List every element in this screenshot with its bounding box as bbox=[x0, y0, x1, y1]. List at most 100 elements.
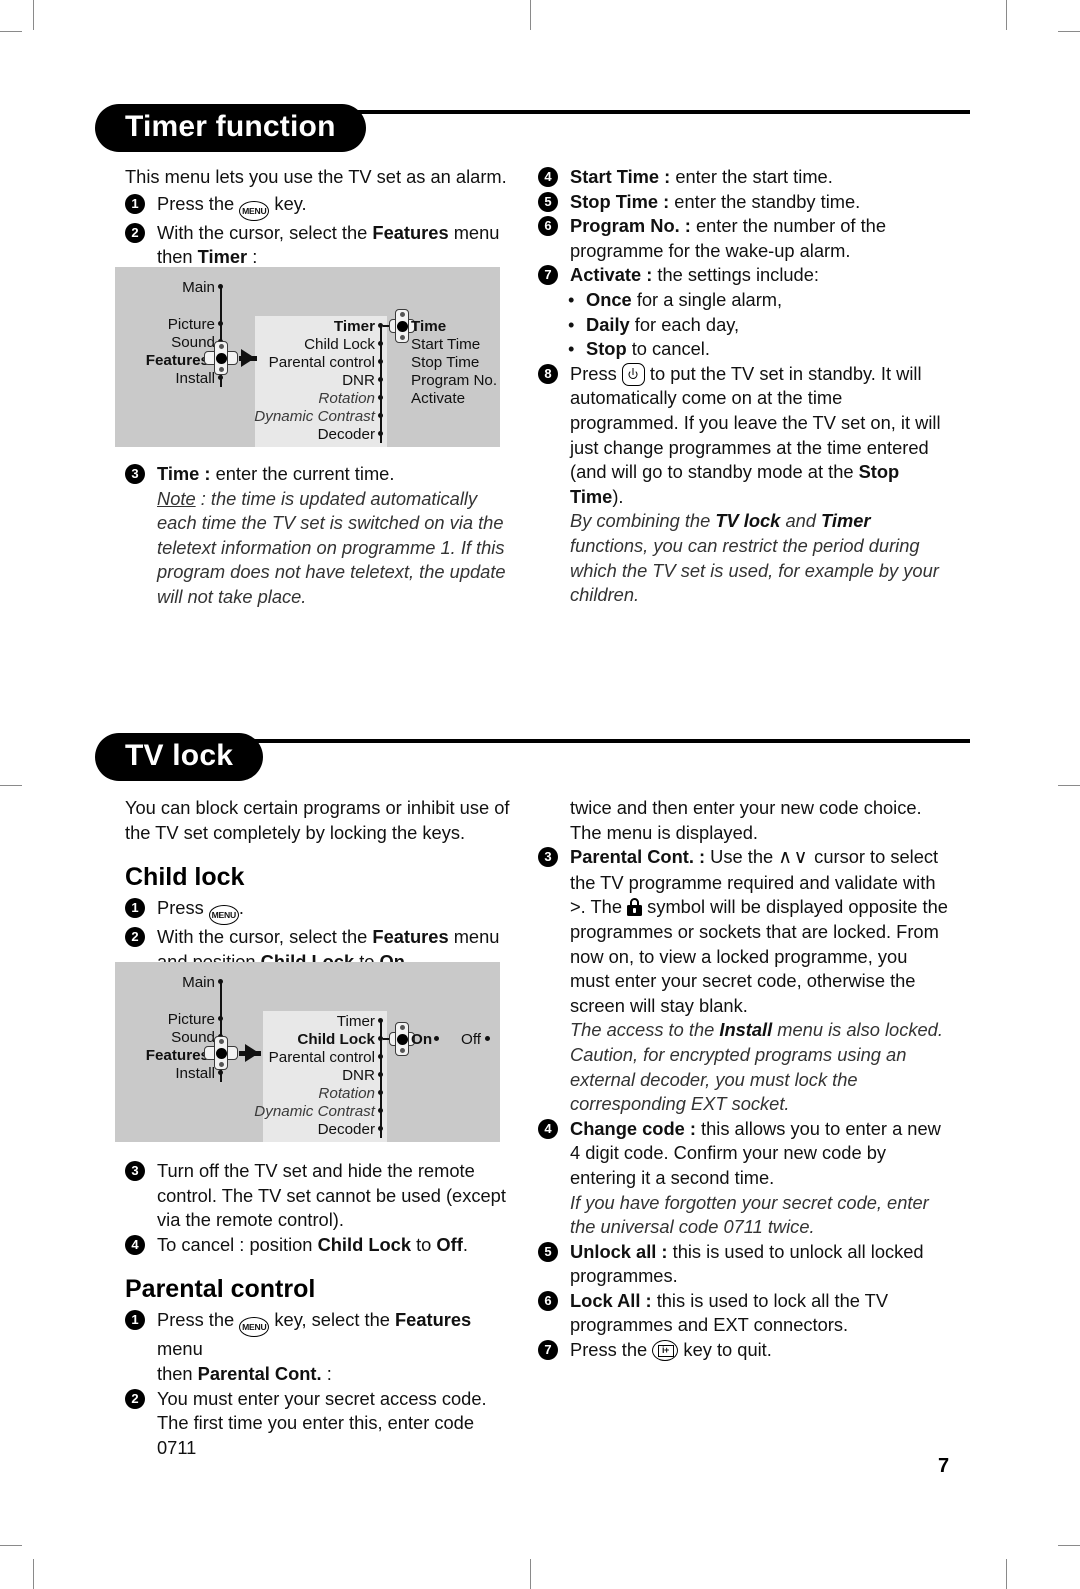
diagram-dot bbox=[218, 284, 224, 290]
manual-page: Timer function This menu lets you use th… bbox=[0, 0, 1080, 1589]
parental-step-4: 4 Change code : this allows you to enter… bbox=[538, 1117, 950, 1240]
pc-step1-parentalcont: Parental Cont. bbox=[197, 1362, 322, 1384]
timer-opt3-bold: Stop bbox=[586, 338, 627, 360]
tvlock-intro: You can block certain programs or inhibi… bbox=[125, 797, 510, 843]
cl-step4-c: to bbox=[411, 1233, 437, 1255]
it3-a: The access to the bbox=[570, 1019, 720, 1041]
cursor-dpad-icon bbox=[204, 1036, 238, 1070]
parental-step-7: 7 Press the i+ key to quit. bbox=[538, 1338, 950, 1363]
subheading-parental-control: Parental control bbox=[125, 1275, 316, 1304]
step-number-1: 1 bbox=[125, 193, 145, 214]
timer-italic-note: By combining the TV lock and Timer funct… bbox=[570, 509, 950, 607]
dpad-down-dot bbox=[399, 335, 405, 340]
cl-step4-a: To cancel : position bbox=[157, 1233, 318, 1255]
diagram-timer-l2-timer: Timer bbox=[333, 318, 375, 335]
tvlock-left-column: You can block certain programs or inhibi… bbox=[125, 796, 515, 974]
pc-step3-a: Use the bbox=[705, 846, 779, 868]
diagram-timer-l1-sound: Sound bbox=[171, 334, 215, 351]
menu-diagram-childlock: Main Picture Sound Features Install Time… bbox=[115, 962, 500, 1142]
dpad-down-dot bbox=[218, 367, 224, 372]
step-number-5: 5 bbox=[538, 1241, 558, 1262]
timer-step2-timer: Timer bbox=[197, 246, 248, 268]
diagram-dot bbox=[218, 1016, 224, 1022]
timer-right-column: 4 Start Time : enter the start time. 5 S… bbox=[538, 165, 950, 608]
dpad-up-dot bbox=[399, 1025, 405, 1030]
childlock-step-4: 4 To cancel : position Child Lock to Off… bbox=[125, 1233, 517, 1258]
diagram-cl-l2-childlock: Child Lock bbox=[297, 1031, 375, 1048]
diagram-cl-l3-on: On bbox=[411, 1031, 433, 1048]
timer-step-8: 8 Press to put the TV set in standby. It… bbox=[538, 362, 950, 608]
timer-step5-bold: Stop Time : bbox=[570, 190, 670, 212]
crop-mark-bottom-center bbox=[530, 1559, 531, 1589]
tvlock-right-column: twice and then enter your new code choic… bbox=[538, 796, 950, 1363]
tvlock-italic-note-4: If you have forgotten your secret code, … bbox=[570, 1191, 929, 1238]
step-number-3: 3 bbox=[538, 847, 558, 868]
it3-install: Install bbox=[719, 1019, 773, 1041]
dpad-up-dot bbox=[218, 1039, 224, 1044]
dpad-up-dot bbox=[399, 312, 405, 317]
timer-opt2-rest: for each day, bbox=[629, 313, 740, 335]
pc-step4-bold: Change code : bbox=[570, 1117, 696, 1139]
timer-step8-end: ). bbox=[612, 485, 624, 507]
pc-step1-pre: Press the bbox=[157, 1309, 235, 1331]
timer-opt1-bold: Once bbox=[586, 288, 632, 310]
diagram-timer-l3-activate: Activate bbox=[411, 390, 466, 407]
bullet-dot: • bbox=[568, 338, 575, 360]
timer-step8-pre: Press bbox=[570, 362, 617, 384]
pc-step1-a: key, select the bbox=[269, 1309, 395, 1331]
bullet-dot: • bbox=[568, 288, 575, 310]
diagram-cl-l2-dnr: DNR bbox=[342, 1067, 375, 1084]
timer-note: Note : the time is updated automatically… bbox=[157, 487, 517, 610]
pc-step1-c: menu bbox=[157, 1338, 203, 1360]
timer-step3-bold: Time : bbox=[157, 463, 211, 484]
diagram-cl-l2-parental: Parental control bbox=[268, 1049, 375, 1066]
menu-key-icon: MENU bbox=[239, 1317, 270, 1338]
menu-key-icon: MENU bbox=[239, 200, 270, 221]
timer-step1-pre: Press the bbox=[157, 192, 235, 214]
timer-step2-d: then bbox=[157, 246, 198, 268]
crop-mark-right-mid bbox=[1058, 785, 1080, 786]
step-number-1: 1 bbox=[125, 898, 145, 919]
diagram-cl-l1-main: Main bbox=[182, 974, 215, 991]
dpad-up-dot bbox=[218, 344, 224, 349]
step-number-3: 3 bbox=[125, 1161, 145, 1181]
timer-step3-rest: enter the current time. bbox=[210, 463, 395, 484]
menu-diagram-timer: Main Picture Sound Features Install Time… bbox=[115, 267, 500, 447]
step-number-2: 2 bbox=[125, 927, 145, 948]
parental-step-6: 6 Lock All : this is used to lock all th… bbox=[538, 1289, 950, 1338]
diagram-timer-l2-decoder: Decoder bbox=[317, 426, 375, 443]
section-header-tvlock: TV lock bbox=[95, 733, 970, 782]
timer-opt1-rest: for a single alarm, bbox=[631, 288, 783, 310]
menu-key-icon: MENU bbox=[208, 905, 239, 926]
section-title-timer: Timer function bbox=[95, 104, 366, 153]
pc-step2-text: You must enter your secret access code. … bbox=[157, 1387, 487, 1458]
parental-step-3: 3 Parental Cont. : Use the ∧∨ cursor to … bbox=[538, 845, 950, 1117]
timer-step2-f: : bbox=[247, 246, 258, 268]
pc-step5-bold: Unlock all : bbox=[570, 1240, 668, 1262]
pc-step1-d: then bbox=[157, 1362, 198, 1384]
info-plus-key-icon: i+ bbox=[652, 1340, 679, 1362]
crop-mark-left-bottom bbox=[0, 1545, 22, 1546]
timer-left-column-cont: 3 Time : enter the current time. Note : … bbox=[125, 462, 517, 610]
tvlock-cont-top: twice and then enter your new code choic… bbox=[570, 797, 922, 843]
diagram-cl-l2-dyncontrast: Dynamic Contrast bbox=[254, 1103, 375, 1120]
timer-step-4: 4 Start Time : enter the start time. bbox=[538, 165, 950, 190]
crop-mark-top-center bbox=[530, 0, 531, 30]
step-number-4: 4 bbox=[125, 1234, 145, 1255]
step-number-6: 6 bbox=[538, 216, 558, 237]
lock-keyhole bbox=[633, 907, 636, 914]
timer-step-5: 5 Stop Time : enter the standby time. bbox=[538, 190, 950, 215]
diagram-timer-l3-time: Time bbox=[411, 318, 447, 335]
step-number-5: 5 bbox=[538, 191, 558, 212]
step-number-3: 3 bbox=[125, 464, 145, 484]
section-title-tvlock: TV lock bbox=[95, 733, 264, 782]
diagram-timer-l3-stoptime: Stop Time bbox=[411, 354, 480, 371]
diagram-timer-l3-programno: Program No. bbox=[411, 372, 498, 389]
crop-mark-top-left bbox=[33, 0, 34, 30]
timer-step-2: 2 With the cursor, select the Features m… bbox=[125, 221, 515, 270]
diagram-timer-l2-childlock: Child Lock bbox=[304, 336, 375, 353]
step-number-7: 7 bbox=[538, 265, 558, 286]
dpad-down-dot bbox=[218, 1062, 224, 1067]
parental-step-1: 1 Press the MENU key, select the Feature… bbox=[125, 1308, 517, 1386]
timer-it-timer: Timer bbox=[821, 510, 871, 532]
